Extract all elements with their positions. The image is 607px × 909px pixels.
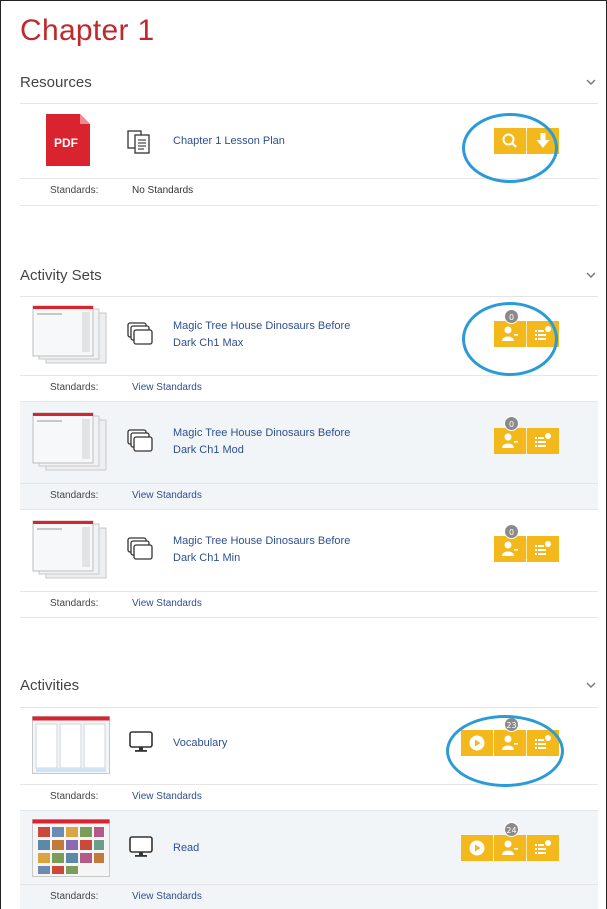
section-title: Activities <box>20 677 80 694</box>
activity-set-thumbnail[interactable] <box>32 520 108 580</box>
activity-thumbnail[interactable] <box>32 819 110 877</box>
activity-set-thumbnail[interactable] <box>32 412 108 472</box>
divider <box>20 617 598 618</box>
play-icon <box>469 840 485 856</box>
activity-set-link-line-1[interactable]: Magic Tree House Dinosaurs Before <box>173 533 350 550</box>
view-standards-link[interactable]: View Standards <box>132 598 202 609</box>
settings-list-button[interactable] <box>527 536 559 562</box>
standards-value: No Standards <box>132 185 194 196</box>
activity-thumbnail[interactable] <box>32 716 110 774</box>
section-header-resources[interactable]: Resources <box>20 70 598 100</box>
assign-button[interactable] <box>494 428 526 454</box>
assign-button[interactable] <box>494 835 526 861</box>
view-standards-link[interactable]: View Standards <box>132 791 202 802</box>
document-copy-icon <box>127 130 150 154</box>
play-button[interactable] <box>461 835 493 861</box>
activity-link[interactable]: Read <box>173 840 199 857</box>
settings-list-button[interactable] <box>527 428 559 454</box>
view-standards-link[interactable]: View Standards <box>132 490 202 501</box>
assignment-count-badge: 0 <box>504 416 519 431</box>
section-title: Resources <box>20 74 92 91</box>
standards-label: Standards: <box>50 791 99 802</box>
divider <box>20 205 598 206</box>
assignment-count-badge: 0 <box>504 524 519 539</box>
activity-set-link-line-1[interactable]: Magic Tree House Dinosaurs Before <box>173 425 350 442</box>
standards-label: Standards: <box>50 598 99 609</box>
section-header-activity-sets[interactable]: Activity Sets <box>20 263 598 293</box>
chevron-down-icon[interactable] <box>584 679 598 691</box>
standards-row: Standards: View Standards <box>20 884 598 909</box>
pdf-label: PDF <box>54 136 78 150</box>
standards-label: Standards: <box>50 490 99 501</box>
standards-row: Standards: View Standards <box>20 591 598 617</box>
page-title: Chapter 1 <box>20 14 155 47</box>
list-settings-icon <box>535 541 551 555</box>
activity-set-item: Magic Tree House Dinosaurs Before Dark C… <box>20 401 598 483</box>
monitor-icon <box>129 731 153 752</box>
activity-set-link-line-1[interactable]: Magic Tree House Dinosaurs Before <box>173 318 350 335</box>
view-standards-link[interactable]: View Standards <box>132 382 202 393</box>
view-standards-link[interactable]: View Standards <box>132 891 202 902</box>
activity-item: Read 24 <box>20 810 598 884</box>
list-settings-icon <box>535 840 551 854</box>
settings-list-button[interactable] <box>527 835 559 861</box>
assignment-count-badge: 24 <box>504 822 519 837</box>
activity-set-link-line-2[interactable]: Dark Ch1 Max <box>173 335 243 352</box>
stacked-pages-icon <box>127 322 153 345</box>
assign-button[interactable] <box>494 536 526 562</box>
section-title: Activity Sets <box>20 267 102 284</box>
chevron-down-icon[interactable] <box>584 269 598 281</box>
standards-row: Standards: View Standards <box>20 483 598 509</box>
activity-link[interactable]: Vocabulary <box>173 735 227 752</box>
chevron-down-icon[interactable] <box>584 76 598 88</box>
activity-set-item: Magic Tree House Dinosaurs Before Dark C… <box>20 509 598 591</box>
standards-label: Standards: <box>50 382 99 393</box>
assign-user-icon <box>502 433 518 448</box>
highlight-ring <box>462 302 558 376</box>
stacked-pages-icon <box>127 429 153 452</box>
standards-label: Standards: <box>50 185 99 196</box>
section-header-activities[interactable]: Activities <box>20 673 598 703</box>
assign-user-icon <box>502 541 518 556</box>
resource-link[interactable]: Chapter 1 Lesson Plan <box>173 133 285 150</box>
list-settings-icon <box>535 433 551 447</box>
activity-set-link-line-2[interactable]: Dark Ch1 Mod <box>173 442 244 459</box>
assign-user-icon <box>502 840 518 855</box>
standards-row: Standards: View Standards <box>20 375 598 401</box>
stacked-pages-icon <box>127 537 153 560</box>
monitor-icon <box>129 836 153 857</box>
highlight-ring <box>462 113 558 183</box>
pdf-icon[interactable]: PDF <box>46 114 90 166</box>
activity-set-link-line-2[interactable]: Dark Ch1 Min <box>173 550 240 567</box>
standards-row: Standards: View Standards <box>20 784 598 810</box>
standards-label: Standards: <box>50 891 99 902</box>
highlight-ring <box>446 715 564 787</box>
activity-set-thumbnail[interactable] <box>32 305 108 365</box>
